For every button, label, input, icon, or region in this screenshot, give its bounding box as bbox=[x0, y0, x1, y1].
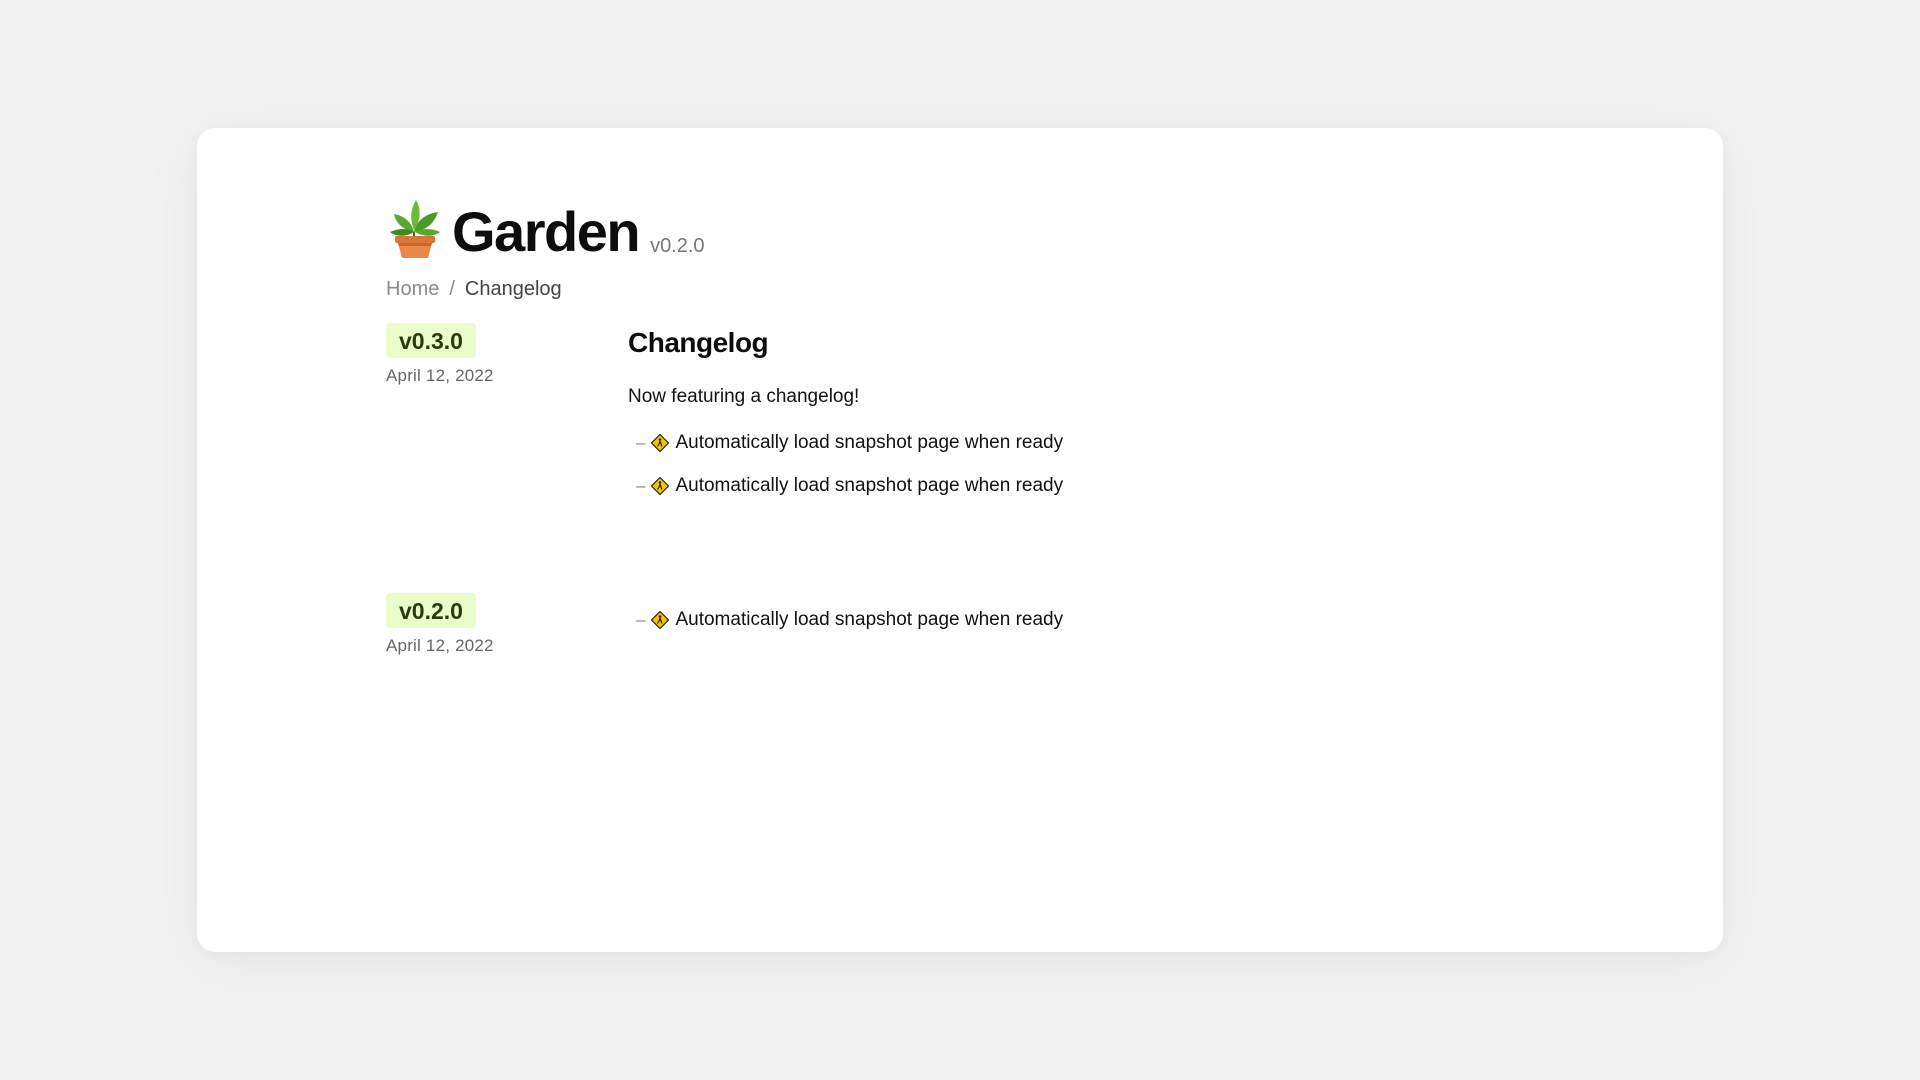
potted-plant-icon bbox=[386, 198, 444, 260]
release-date: April 12, 2022 bbox=[386, 636, 494, 655]
release-content: Changelog Now featuring a changelog! – A… bbox=[628, 327, 1063, 516]
list-item-text: Automatically load snapshot page when re… bbox=[675, 432, 1064, 453]
dash-bullet: – bbox=[636, 476, 646, 495]
construction-sign-icon bbox=[651, 433, 670, 453]
release-version-badge: v0.2.0 bbox=[386, 593, 476, 628]
release-meta: v0.3.0 April 12, 2022 bbox=[386, 323, 494, 386]
page-card: Garden v0.2.0 Home / Changelog v0.3.0 Ap… bbox=[197, 128, 1723, 952]
release-version-badge: v0.3.0 bbox=[386, 323, 476, 358]
release-meta: v0.2.0 April 12, 2022 bbox=[386, 593, 494, 656]
construction-sign-icon bbox=[651, 610, 670, 630]
app-title: Garden bbox=[452, 200, 641, 263]
release-description: Now featuring a changelog! bbox=[628, 386, 860, 407]
release-content: – Automatically load snapshot page when … bbox=[628, 607, 1063, 650]
release-date: April 12, 2022 bbox=[386, 366, 494, 385]
breadcrumb-home-link[interactable]: Home bbox=[386, 278, 439, 301]
construction-sign-icon bbox=[651, 476, 670, 496]
breadcrumb: Home / Changelog bbox=[386, 278, 562, 301]
breadcrumb-separator: / bbox=[449, 278, 455, 300]
list-item: – Automatically load snapshot page when … bbox=[628, 430, 1063, 456]
list-item-text: Automatically load snapshot page when re… bbox=[675, 609, 1064, 630]
release-change-list: – Automatically load snapshot page when … bbox=[628, 430, 1063, 499]
dash-bullet: – bbox=[636, 433, 646, 452]
dash-bullet: – bbox=[636, 610, 646, 629]
list-item-text: Automatically load snapshot page when re… bbox=[675, 475, 1064, 496]
list-item: – Automatically load snapshot page when … bbox=[628, 473, 1063, 499]
list-item: – Automatically load snapshot page when … bbox=[628, 607, 1063, 633]
release-change-list: – Automatically load snapshot page when … bbox=[628, 607, 1063, 633]
page-header: Garden v0.2.0 bbox=[386, 198, 705, 260]
release-title: Changelog bbox=[628, 327, 769, 358]
breadcrumb-current: Changelog bbox=[464, 278, 562, 300]
app-version: v0.2.0 bbox=[650, 235, 705, 257]
